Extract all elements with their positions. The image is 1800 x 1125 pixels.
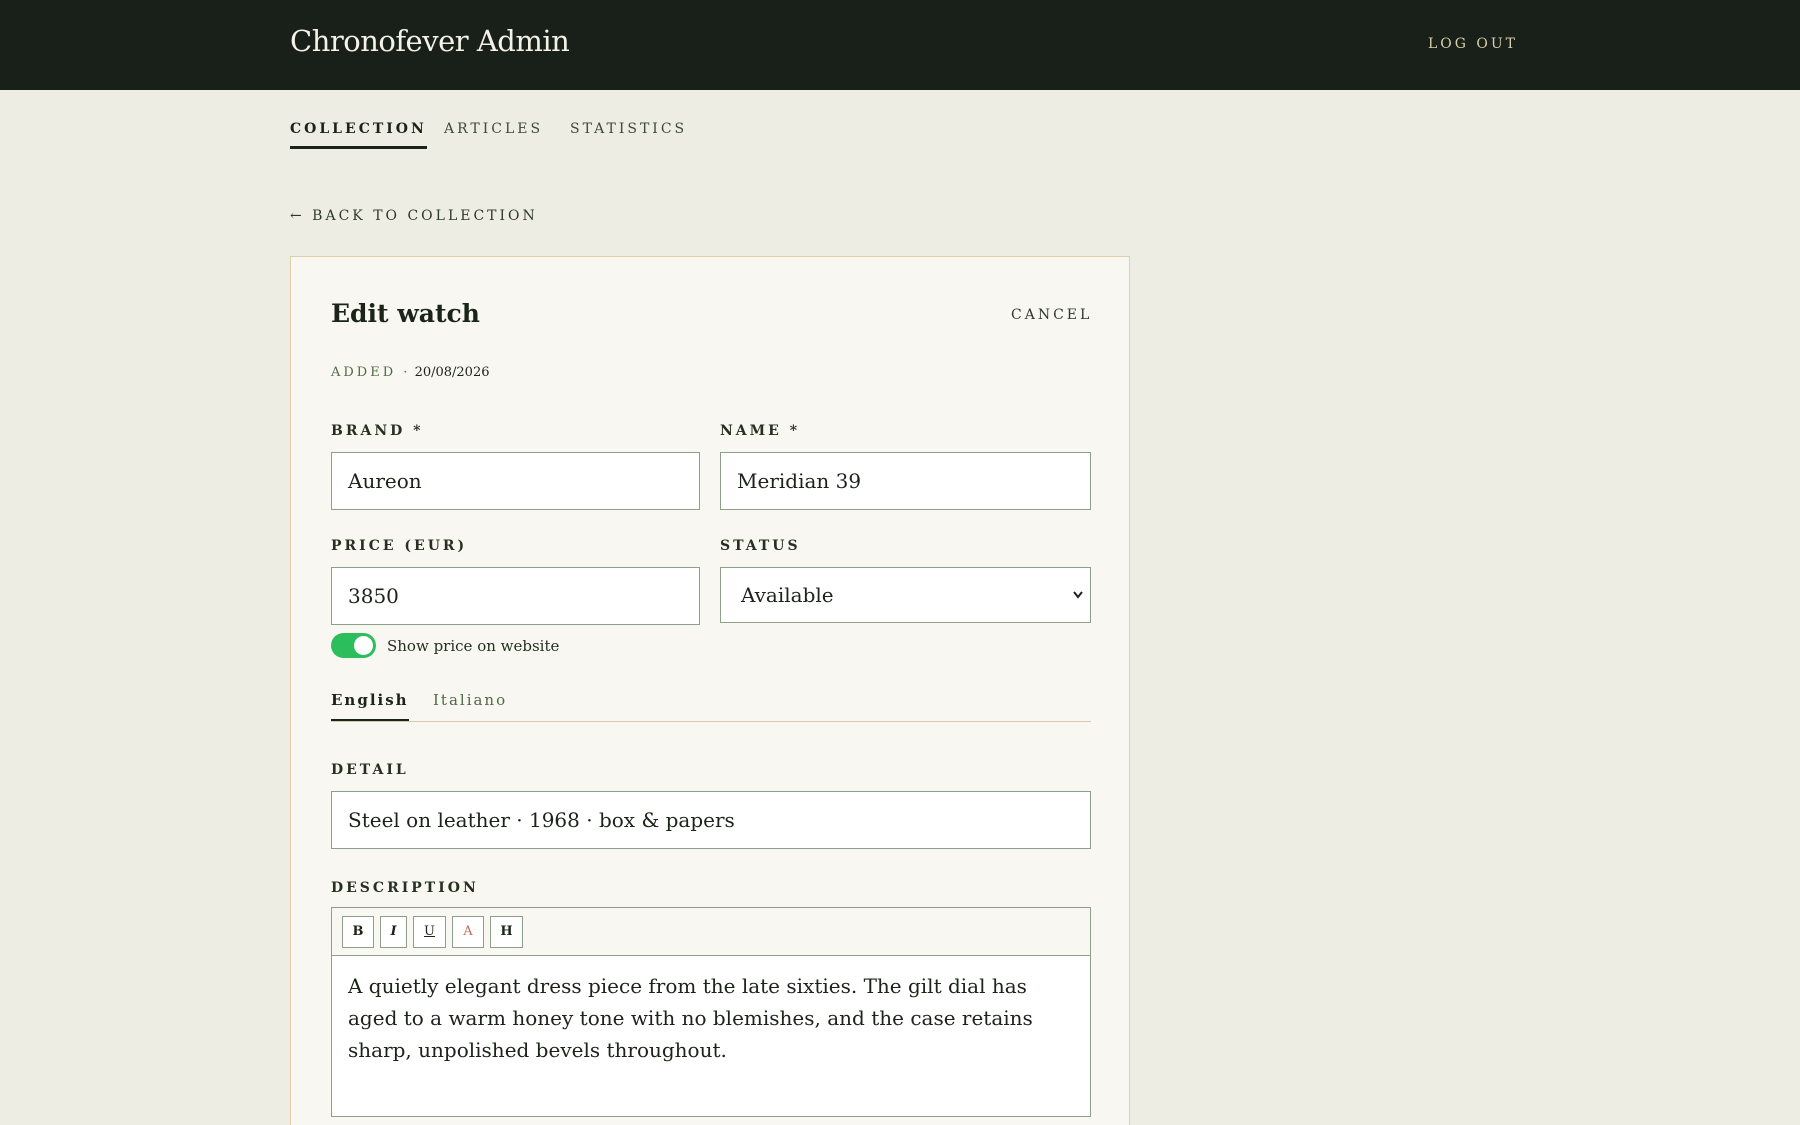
- show-price-toggle[interactable]: [331, 633, 376, 658]
- edit-watch-card: Edit watch CANCEL ADDED · 20/08/2026 BRA…: [290, 256, 1130, 1125]
- description-editor: B I U A H A quietly elegant dress piece …: [331, 907, 1091, 1117]
- name-input[interactable]: Meridian 39: [720, 452, 1091, 510]
- editor-toolbar: B I U A H: [332, 908, 1090, 956]
- tab-english[interactable]: English: [331, 691, 409, 722]
- chevron-down-icon: [1072, 568, 1084, 645]
- tab-statistics[interactable]: STATISTICS: [570, 121, 687, 149]
- detail-label: DETAIL: [331, 762, 409, 778]
- price-label: PRICE (EUR): [331, 538, 468, 554]
- description-text[interactable]: A quietly elegant dress piece from the l…: [348, 970, 1078, 1066]
- brand-label: BRAND *: [331, 423, 424, 439]
- top-bar: Chronofever Admin LOG OUT: [0, 0, 1800, 90]
- tab-collection[interactable]: COLLECTION: [290, 121, 427, 149]
- status-label: STATUS: [720, 538, 801, 554]
- show-price-label: Show price on website: [387, 637, 560, 655]
- detail-input[interactable]: Steel on leather · 1968 · box & papers: [331, 791, 1091, 849]
- logout-button[interactable]: LOG OUT: [1418, 36, 1518, 52]
- status-value: Available: [741, 583, 834, 607]
- tab-articles[interactable]: ARTICLES: [444, 121, 543, 149]
- heading-button[interactable]: H: [490, 916, 523, 948]
- added-date: 20/08/2026: [414, 365, 490, 380]
- price-input[interactable]: 3850: [331, 567, 700, 625]
- cancel-button[interactable]: CANCEL: [1011, 307, 1091, 323]
- toggle-knob: [354, 636, 373, 655]
- brand-input[interactable]: Aureon: [331, 452, 700, 510]
- page-title: Edit watch: [331, 299, 480, 328]
- language-tabs-divider: [331, 721, 1091, 722]
- bold-button[interactable]: B: [342, 916, 374, 948]
- status-select[interactable]: Available: [720, 567, 1091, 623]
- app-title: Chronofever Admin: [290, 24, 570, 58]
- added-label: ADDED ·: [331, 365, 411, 380]
- italic-button[interactable]: I: [380, 916, 407, 948]
- text-color-button[interactable]: A: [452, 916, 484, 948]
- tab-italiano[interactable]: Italiano: [433, 691, 507, 722]
- back-to-collection-link[interactable]: ← BACK TO COLLECTION: [290, 208, 538, 224]
- name-label: NAME *: [720, 423, 801, 439]
- description-label: DESCRIPTION: [331, 880, 479, 896]
- underline-button[interactable]: U: [413, 916, 446, 948]
- added-info: ADDED · 20/08/2026: [331, 365, 490, 380]
